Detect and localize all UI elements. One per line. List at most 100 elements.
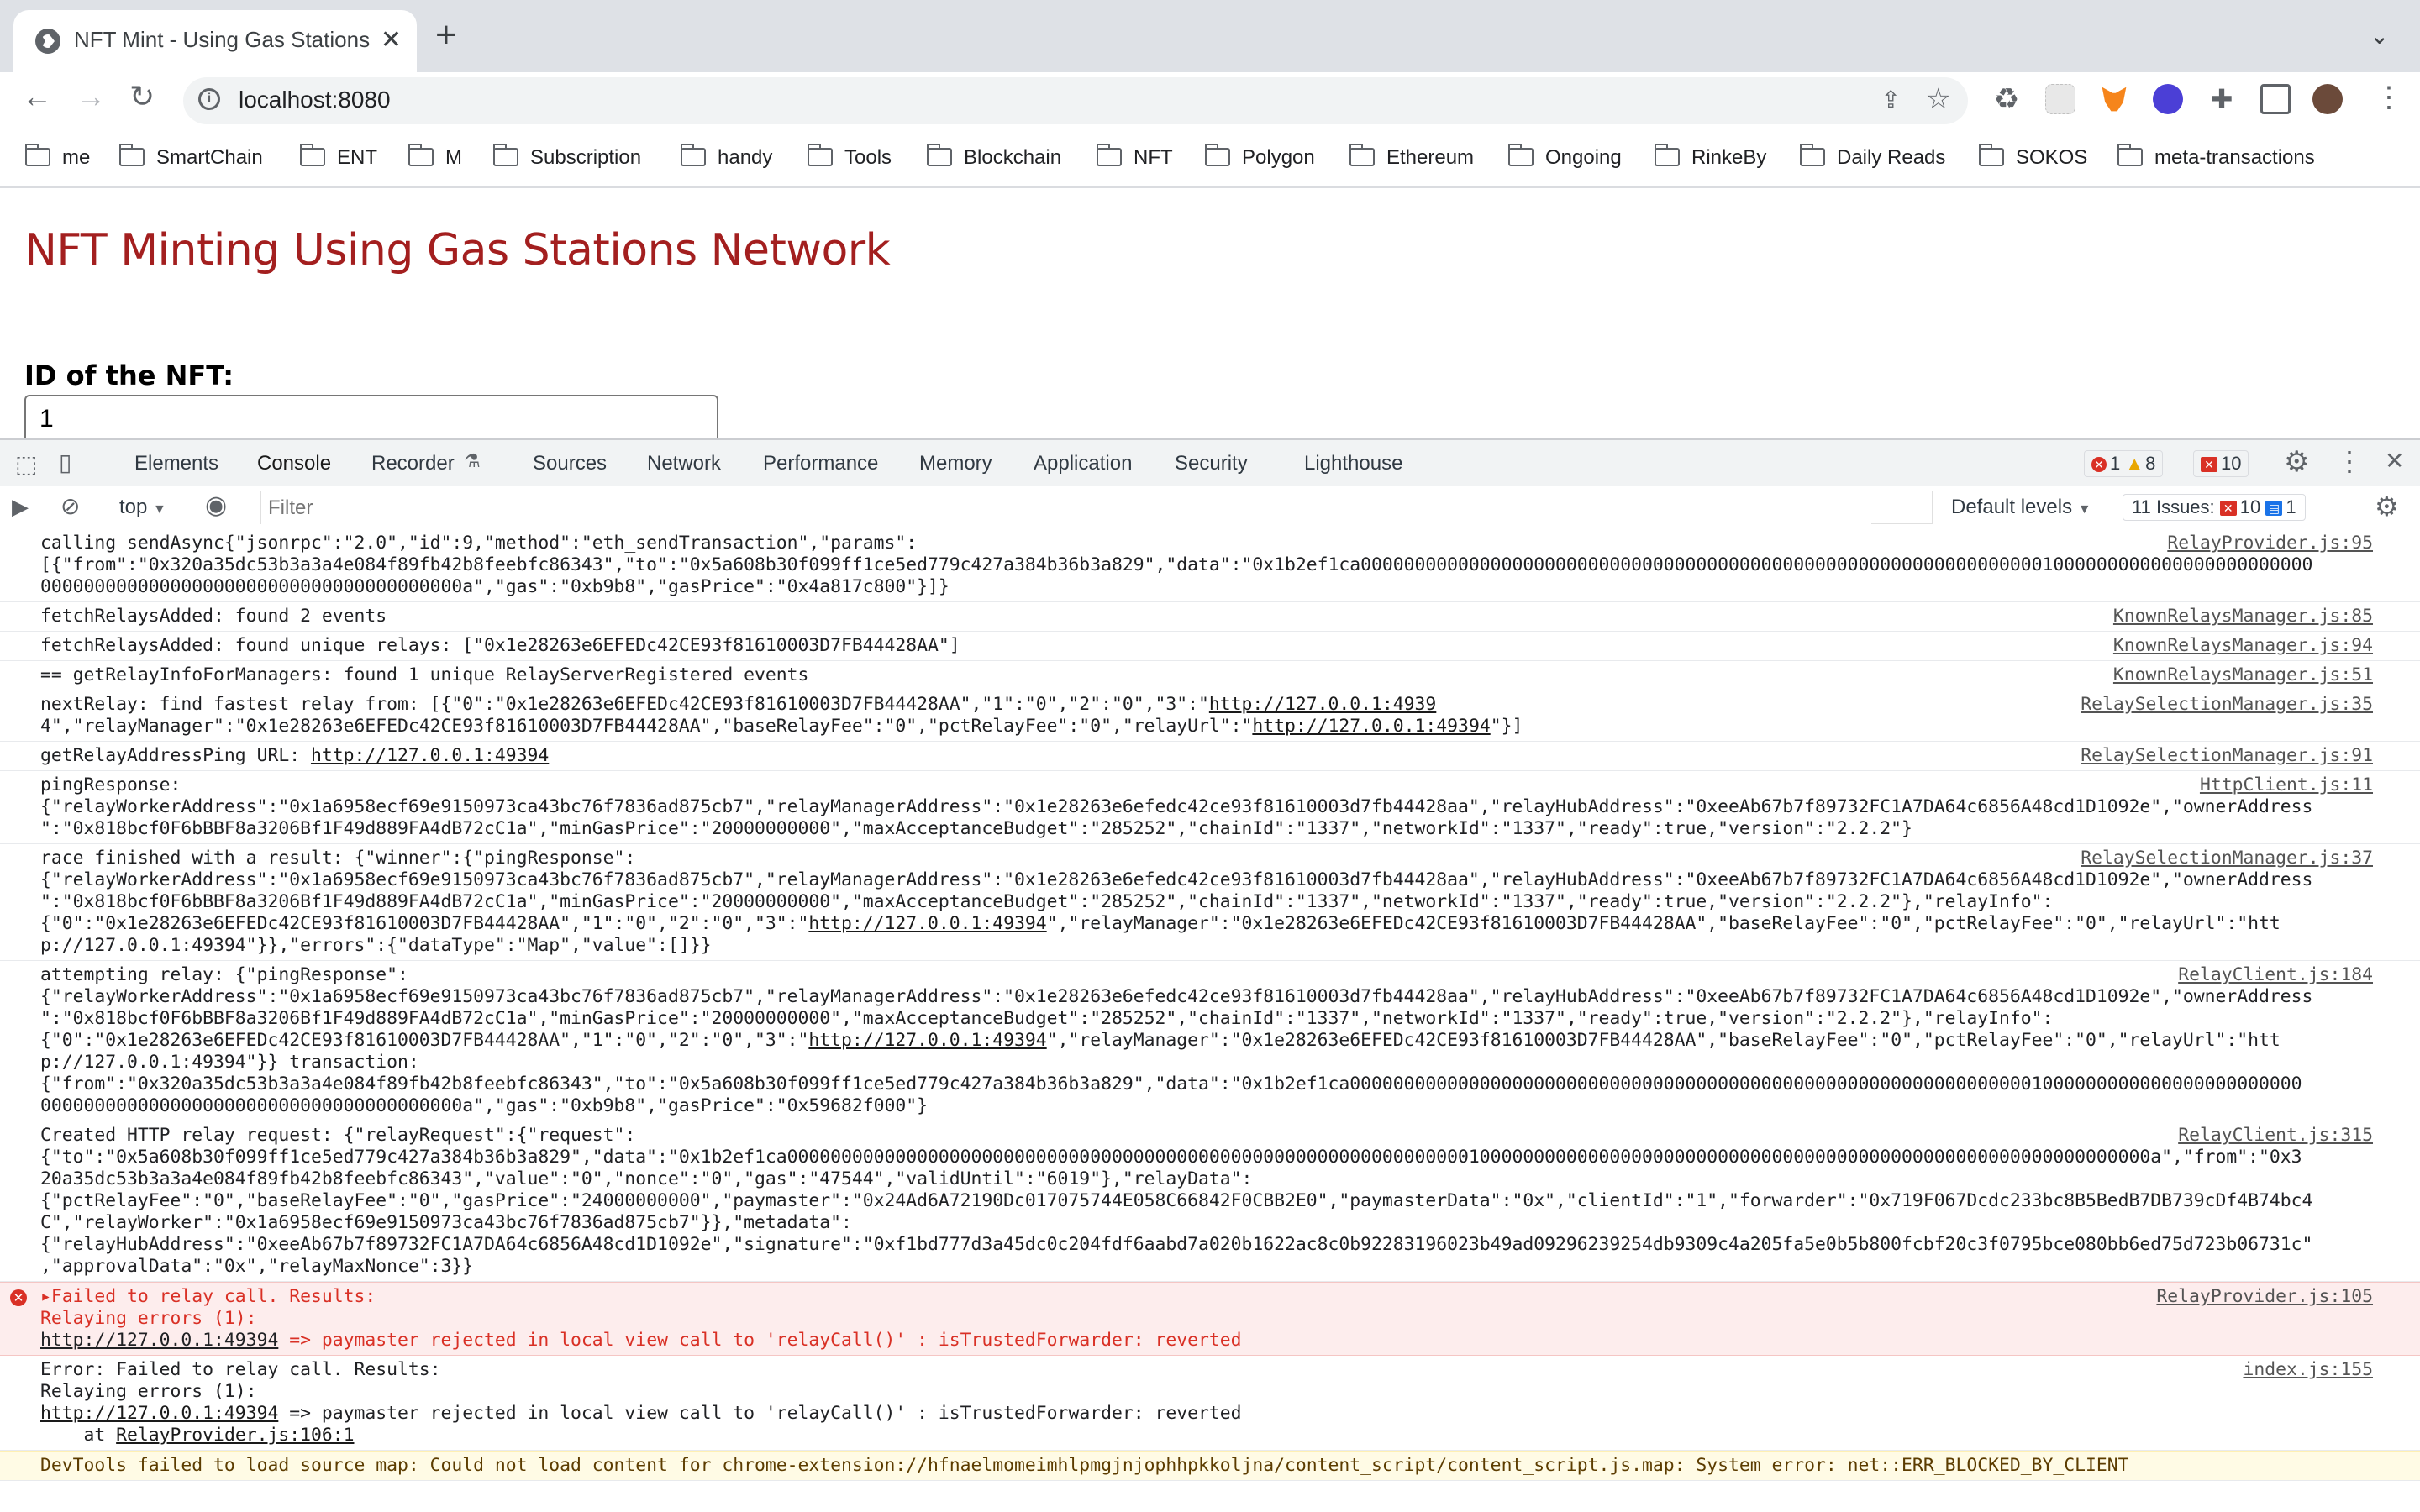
console-message-text: nextRelay: find fastest relay from: [{"0… [40,694,1523,737]
side-panel-icon[interactable] [2260,84,2291,114]
recycle-extension-icon[interactable]: ♻ [1991,84,2022,114]
source-location-link[interactable]: RelayClient.js:315 [2170,1125,2373,1147]
extension-icon[interactable] [2045,84,2075,114]
issues-button[interactable]: 11 Issues: ✕ 10 ▤ 1 [2123,494,2306,521]
bookmark-star-icon[interactable]: ☆ [1926,82,1951,116]
source-location-link[interactable]: KnownRelaysManager.js:94 [2104,635,2373,657]
source-location-link[interactable]: RelayProvider.js:95 [2159,533,2373,554]
issues-counter[interactable]: ✕ 10 [2193,450,2249,477]
puzzle-extensions-icon[interactable]: ✚ [2207,84,2237,114]
reload-icon[interactable]: ↻ [129,79,155,114]
new-tab-button[interactable]: + [435,17,457,54]
info-icon[interactable]: i [198,88,220,110]
filter-box[interactable] [260,491,1933,525]
share-icon[interactable]: ⇪ [1881,86,1901,113]
tab-elements[interactable]: Elements [134,452,218,475]
context-selector[interactable]: top ▼ [119,496,166,519]
bookmark-folder[interactable]: M [408,144,462,170]
console-link[interactable]: http://127.0.0.1:49394 [311,745,549,766]
console-message-text: == getRelayInfoForManagers: found 1 uniq… [40,664,809,685]
bookmark-folder[interactable]: meta-transactions [2118,144,2315,170]
kebab-menu-icon[interactable]: ⋮ [2375,81,2403,114]
bookmark-folder[interactable]: NFT [1097,144,1173,170]
source-location-link[interactable]: RelayClient.js:184 [2170,964,2373,986]
close-tab-icon[interactable]: ✕ [381,25,402,55]
inspect-element-icon[interactable]: ⬚ [15,450,37,478]
bookmark-folder[interactable]: Subscription [493,144,641,170]
chevron-down-icon[interactable]: ⌄ [2370,22,2389,50]
bookmark-folder[interactable]: SmartChain [119,144,263,170]
forward-arrow-icon[interactable]: → [76,79,106,114]
bookmark-folder[interactable]: SOKOS [1979,144,2087,170]
source-location-link[interactable]: RelaySelectionManager.js:37 [2072,848,2373,869]
bookmark-folder[interactable]: Blockchain [927,144,1061,170]
tab-memory[interactable]: Memory [919,452,992,475]
console-link[interactable]: http://127.0.0.1:49394 [808,913,1046,934]
bookmark-folder[interactable]: Tools [808,144,892,170]
clear-console-icon[interactable]: ⊘ [60,492,80,520]
folder-icon [808,144,833,166]
source-location-link[interactable]: index.js:155 [2234,1359,2373,1381]
bookmark-folder[interactable]: ENT [300,144,377,170]
bookmark-folder[interactable]: Ongoing [1508,144,1622,170]
tab-sources[interactable]: Sources [533,452,607,475]
console-link[interactable]: http://127.0.0.1:49394 [40,1330,278,1351]
console-log-message: race finished with a result: {"winner":{… [0,844,2420,961]
bookmark-folder[interactable]: Ethereum [1349,144,1474,170]
tab-recorder[interactable]: Recorder [371,452,455,475]
back-arrow-icon[interactable]: ← [22,79,52,114]
log-levels-dropdown[interactable]: Default levels ▼ [1951,496,2091,519]
settings-gear-icon[interactable]: ⚙ [2284,445,2309,479]
console-link[interactable]: http://127.0.0.1:4939 [1209,694,1436,715]
console-link[interactable]: RelayProvider.js:106:1 [116,1425,354,1446]
nft-id-input[interactable] [24,395,718,442]
tab-network[interactable]: Network [647,452,721,475]
source-location-link[interactable]: RelaySelectionManager.js:35 [2072,694,2373,716]
console-message-text: Error: Failed to relay call. Results: Re… [40,1359,1242,1446]
source-location-link[interactable]: RelaySelectionManager.js:91 [2072,745,2373,767]
wallet-extension-icon[interactable] [2153,84,2183,114]
console-message-text: getRelayAddressPing URL: http://127.0.0.… [40,745,550,766]
console-link[interactable]: http://127.0.0.1:49394 [808,1030,1046,1051]
url-text[interactable]: localhost:8080 [239,87,391,113]
kebab-menu-icon[interactable]: ⋮ [2336,445,2363,477]
profile-avatar[interactable] [2312,84,2343,114]
source-location-link[interactable]: KnownRelaysManager.js:85 [2104,606,2373,627]
tab-application[interactable]: Application [1034,452,1132,475]
bookmark-folder[interactable]: Polygon [1205,144,1315,170]
console-settings-gear-icon[interactable]: ⚙ [2375,491,2399,522]
error-icon: ✕ [10,1289,27,1306]
source-location-link[interactable]: HttpClient.js:11 [2191,774,2373,796]
device-toggle-icon[interactable]: ▯ [59,449,71,476]
console-error-message: ✕ ▸Failed to relay call. Results: Relayin… [0,1282,2420,1356]
folder-icon [1097,144,1122,166]
folder-icon [927,144,952,166]
tab-title: NFT Mint - Using Gas Stations [74,27,371,52]
bookmarks-bar: me SmartChain ENT M Subscription handy T… [0,128,2420,188]
console-link[interactable]: http://127.0.0.1:49394 [40,1403,278,1424]
close-devtools-icon[interactable]: ✕ [2385,447,2404,475]
console-link[interactable]: http://127.0.0.1:49394 [1252,716,1490,737]
sidebar-toggle-icon[interactable]: ▶ [12,494,29,520]
tab-performance[interactable]: Performance [763,452,878,475]
folder-icon [1979,144,2004,166]
bookmark-folder[interactable]: me [25,144,90,170]
bookmark-folder[interactable]: handy [681,144,772,170]
console-message-text: DevTools failed to load source map: Coul… [40,1455,2129,1476]
browser-tab[interactable]: NFT Mint - Using Gas Stations ✕ [13,10,417,72]
source-location-link[interactable]: RelayProvider.js:105 [2148,1286,2373,1308]
console-message-text: attempting relay: {"pingResponse": {"rel… [40,964,2313,1116]
error-warning-counter[interactable]: ✕ 1 ▲8 [2084,450,2164,477]
address-bar[interactable]: i localhost:8080 ⇪ ☆ [183,77,1968,124]
tab-console[interactable]: Console [248,452,340,489]
bookmark-folder[interactable]: Daily Reads [1800,144,1945,170]
dropdown-arrow-icon: ▼ [153,502,166,517]
console-message-text: fetchRelaysAdded: found unique relays: [… [40,635,960,656]
tab-lighthouse[interactable]: Lighthouse [1304,452,1402,475]
filter-input[interactable] [261,491,1871,525]
tab-security[interactable]: Security [1175,452,1248,475]
console-log-message: pingResponse: {"relayWorkerAddress":"0x1… [0,771,2420,844]
bookmark-folder[interactable]: RinkeBy [1655,144,1766,170]
eye-icon[interactable]: ◉ [205,491,227,520]
source-location-link[interactable]: KnownRelaysManager.js:51 [2104,664,2373,686]
